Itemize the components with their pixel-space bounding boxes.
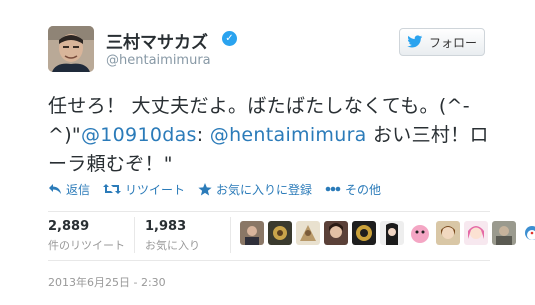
retweeter-avatar[interactable] bbox=[408, 221, 432, 245]
retweet-button[interactable]: リツイート bbox=[103, 181, 185, 198]
follow-button-label: フォロー bbox=[428, 35, 477, 50]
star-icon bbox=[198, 182, 212, 195]
retweeter-avatar[interactable] bbox=[464, 221, 488, 245]
retweeter-avatar[interactable] bbox=[268, 221, 292, 245]
more-button[interactable]: その他 bbox=[325, 181, 381, 198]
retweeter-avatar[interactable] bbox=[436, 221, 460, 245]
tweet-colon: : bbox=[196, 124, 210, 146]
tweet-timestamp[interactable]: 2013年6月25日 - 2:30 bbox=[48, 274, 166, 290]
stats-separator bbox=[230, 217, 231, 253]
retweet-count[interactable]: 2,889 件のリツイート bbox=[48, 219, 125, 253]
retweet-count-value: 2,889 bbox=[48, 219, 90, 234]
tweet-actions: 返信 リツイート お気に入りに登録 その他 bbox=[48, 180, 394, 198]
favorite-button[interactable]: お気に入りに登録 bbox=[198, 181, 312, 198]
retweeter-avatar[interactable] bbox=[324, 221, 348, 245]
retweeter-avatar[interactable] bbox=[240, 221, 264, 245]
retweet-label: リツイート bbox=[125, 182, 186, 197]
retweeter-avatar[interactable] bbox=[520, 221, 535, 245]
reply-icon bbox=[49, 184, 61, 194]
retweet-count-label: 件のリツイート bbox=[48, 239, 125, 252]
mention-link[interactable]: @10910das bbox=[81, 124, 197, 146]
mention-link[interactable]: @hentaimimura bbox=[210, 124, 367, 146]
retweeter-avatars bbox=[240, 221, 535, 245]
retweeter-avatar[interactable] bbox=[352, 221, 376, 245]
favorite-count[interactable]: 1,983 お気に入り bbox=[145, 219, 200, 253]
profile-avatar[interactable] bbox=[48, 26, 94, 72]
favorite-count-label: お気に入り bbox=[145, 239, 200, 252]
reply-label: 返信 bbox=[66, 182, 91, 197]
display-name[interactable]: 三村マサカズ bbox=[106, 28, 208, 53]
reply-button[interactable]: 返信 bbox=[48, 181, 90, 198]
retweeter-avatar[interactable] bbox=[380, 221, 404, 245]
stats-separator bbox=[134, 217, 135, 253]
verified-badge-icon: ✓ bbox=[222, 31, 237, 46]
tweet-text: 任せろ！ 大丈夫だよ。ばたばたしなくても。(^-^)"@10910das: @h… bbox=[48, 92, 500, 179]
favorite-count-value: 1,983 bbox=[145, 219, 187, 234]
stats-bottom-divider bbox=[48, 260, 490, 261]
more-icon bbox=[325, 186, 341, 192]
user-handle[interactable]: @hentaimimura bbox=[106, 53, 211, 68]
retweeter-avatar[interactable] bbox=[492, 221, 516, 245]
retweet-icon bbox=[103, 184, 122, 194]
retweeter-avatar[interactable] bbox=[296, 221, 320, 245]
favorite-label: お気に入りに登録 bbox=[216, 182, 313, 197]
more-label: その他 bbox=[345, 182, 382, 197]
twitter-bird-icon bbox=[407, 35, 423, 48]
follow-button[interactable]: フォロー bbox=[399, 28, 485, 56]
stats-divider bbox=[48, 211, 490, 212]
